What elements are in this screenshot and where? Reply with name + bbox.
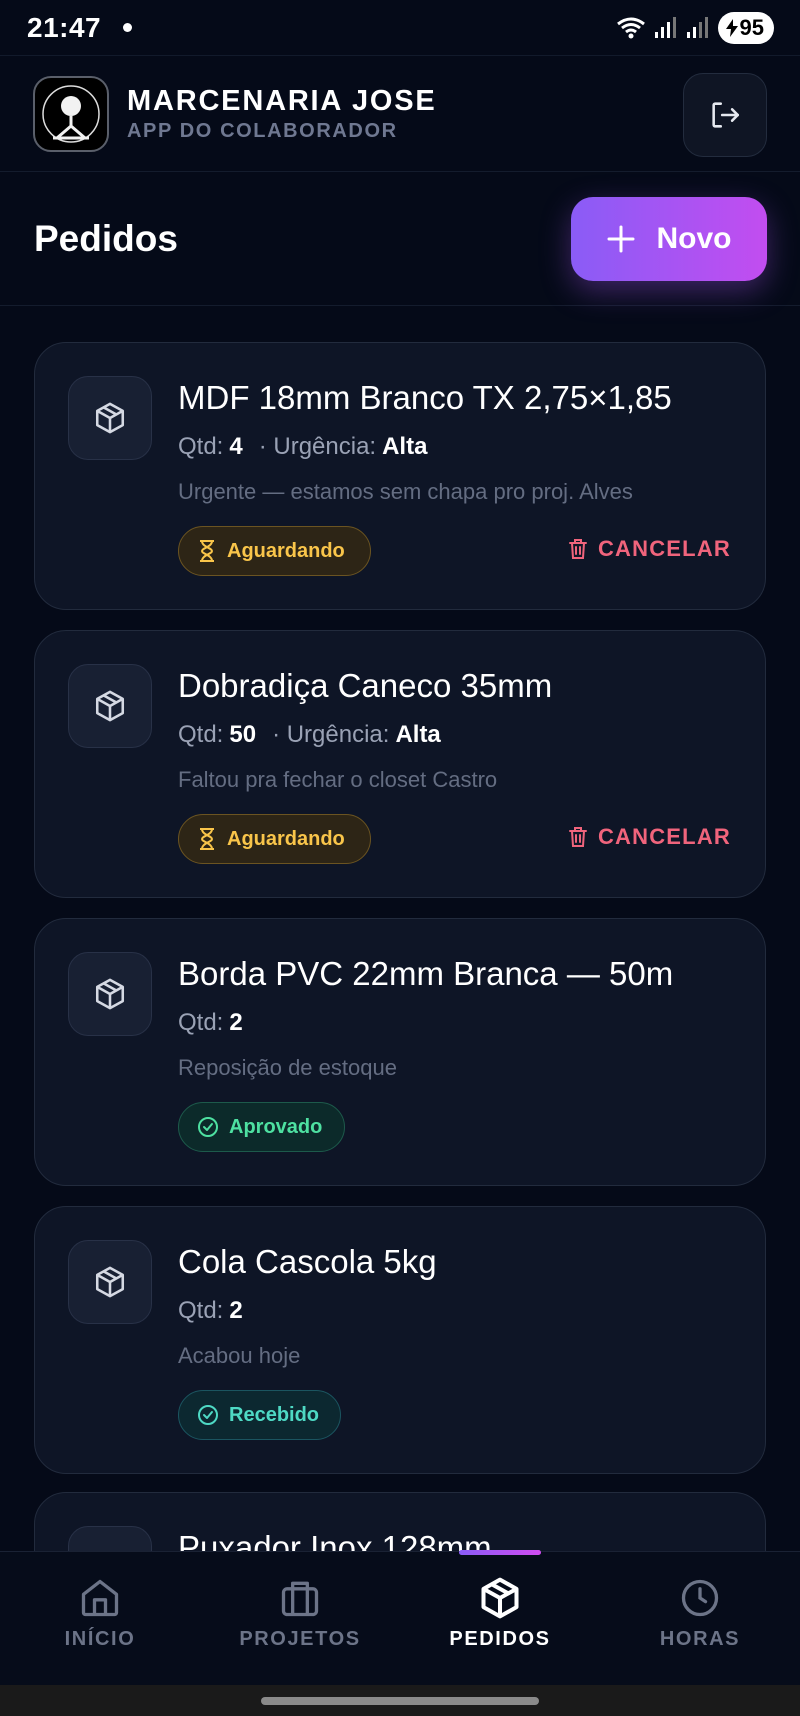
- new-order-button[interactable]: Novo: [571, 196, 767, 281]
- trash-icon: [568, 539, 587, 559]
- battery-level: 95: [739, 14, 764, 40]
- package-icon-container: [68, 376, 152, 460]
- cancel-button[interactable]: CANCELAR: [568, 536, 731, 562]
- charging-bolt-icon: [725, 18, 738, 37]
- plus-icon: [607, 225, 634, 252]
- qty-label: Qtd:: [178, 1009, 224, 1036]
- check-circle-icon: [198, 1117, 218, 1137]
- nav-label: PROJETOS: [239, 1628, 361, 1650]
- order-note: Acabou hoje: [178, 1343, 301, 1368]
- logout-icon: [712, 102, 740, 128]
- order-note: Reposição de estoque: [178, 1055, 397, 1080]
- package-icon: [95, 690, 125, 722]
- package-icon-container: [68, 664, 152, 748]
- bottom-nav: INÍCIO PROJETOS PEDIDOS HORAS: [0, 1550, 800, 1685]
- nav-label: INÍCIO: [64, 1628, 136, 1650]
- order-meta: Qtd: 2: [178, 1297, 243, 1325]
- order-card[interactable]: Cola Cascola 5kg Qtd: 2 Acabou hoje Rece…: [34, 1206, 766, 1474]
- status-badge: Aprovado: [178, 1102, 345, 1152]
- order-title: Borda PVC 22mm Branca — 50m: [178, 955, 674, 992]
- status-badge: Aguardando: [178, 814, 371, 864]
- qty-label: Qtd:: [178, 721, 224, 748]
- qty-label: Qtd:: [178, 433, 224, 460]
- order-list: MDF 18mm Branco TX 2,75×1,85 Qtd: 4 · Ur…: [34, 342, 766, 1494]
- briefcase-icon: [281, 1581, 319, 1617]
- home-icon: [81, 1579, 119, 1617]
- package-icon: [95, 978, 125, 1010]
- status-bar: 21:47 95: [0, 0, 800, 56]
- check-circle-icon: [198, 1405, 218, 1425]
- order-card[interactable]: Borda PVC 22mm Branca — 50m Qtd: 2 Repos…: [34, 918, 766, 1186]
- company-logo: [33, 75, 109, 152]
- status-label: Aguardando: [227, 539, 345, 562]
- nav-label: HORAS: [659, 1628, 741, 1650]
- status-badge: Recebido: [178, 1390, 341, 1440]
- cancel-button[interactable]: CANCELAR: [568, 824, 731, 850]
- order-meta: Qtd: 50 · Urgência: Alta: [178, 721, 441, 749]
- order-card[interactable]: Dobradiça Caneco 35mm Qtd: 50 · Urgência…: [34, 630, 766, 898]
- package-icon-container: [68, 952, 152, 1036]
- logout-button[interactable]: [683, 73, 767, 157]
- order-title: Cola Cascola 5kg: [178, 1243, 437, 1280]
- hourglass-icon: [200, 828, 214, 850]
- package-icon: [481, 1577, 519, 1619]
- status-label: Aguardando: [227, 827, 345, 850]
- qty-value: 2: [229, 1297, 243, 1324]
- qty-value: 4: [229, 433, 243, 460]
- nav-item-projetos[interactable]: PROJETOS: [200, 1552, 400, 1685]
- brand-subtitle: APP DO COLABORADOR: [127, 119, 398, 142]
- clock-icon: [681, 1579, 719, 1617]
- nav-item-horas[interactable]: HORAS: [600, 1552, 800, 1685]
- signal-icon: [654, 16, 676, 38]
- order-meta: Qtd: 4 · Urgência: Alta: [178, 433, 427, 461]
- package-icon-container: [68, 1240, 152, 1324]
- qty-value: 2: [229, 1009, 243, 1036]
- signal-icon-2: [686, 16, 708, 38]
- order-title: MDF 18mm Branco TX 2,75×1,85: [178, 379, 672, 416]
- urgency-value: Alta: [395, 721, 441, 748]
- urgency-label: · Urgência:: [258, 433, 377, 460]
- status-time: 21:47: [27, 11, 102, 43]
- qty-label: Qtd:: [178, 1297, 224, 1324]
- nav-label: PEDIDOS: [449, 1628, 551, 1650]
- status-label: Recebido: [229, 1403, 320, 1426]
- notification-dot-icon: [123, 23, 133, 32]
- qty-value: 50: [229, 721, 257, 748]
- order-note: Faltou pra fechar o closet Castro: [178, 767, 498, 792]
- package-icon: [95, 402, 125, 434]
- nav-item-pedidos[interactable]: PEDIDOS: [400, 1550, 600, 1685]
- package-icon: [95, 1266, 125, 1298]
- urgency-label: · Urgência:: [272, 721, 390, 748]
- status-label: Aprovado: [229, 1115, 323, 1138]
- new-order-label: Novo: [656, 221, 732, 255]
- battery-indicator: 95: [717, 11, 774, 44]
- order-title: Dobradiça Caneco 35mm: [178, 667, 553, 704]
- title-row: Pedidos Novo: [0, 172, 800, 306]
- status-badge: Aguardando: [178, 526, 371, 576]
- urgency-value: Alta: [382, 433, 428, 460]
- order-meta: Qtd: 2: [178, 1009, 243, 1037]
- home-indicator[interactable]: [261, 1697, 539, 1705]
- wifi-icon: [616, 17, 645, 38]
- order-note: Urgente — estamos sem chapa pro proj. Al…: [178, 479, 633, 504]
- hourglass-icon: [200, 540, 214, 562]
- nav-item-inicio[interactable]: INÍCIO: [0, 1552, 200, 1685]
- page-title: Pedidos: [34, 217, 178, 259]
- active-tab-indicator: [459, 1550, 541, 1555]
- brand-name: MARCENARIA JOSE: [127, 84, 437, 117]
- cancel-label: CANCELAR: [597, 824, 731, 849]
- app-header: MARCENARIA JOSE APP DO COLABORADOR: [0, 56, 800, 172]
- trash-icon: [568, 827, 587, 847]
- system-gesture-area: [0, 1685, 800, 1716]
- cancel-label: CANCELAR: [597, 536, 731, 561]
- logo-icon: [42, 84, 100, 143]
- order-card[interactable]: MDF 18mm Branco TX 2,75×1,85 Qtd: 4 · Ur…: [34, 342, 766, 610]
